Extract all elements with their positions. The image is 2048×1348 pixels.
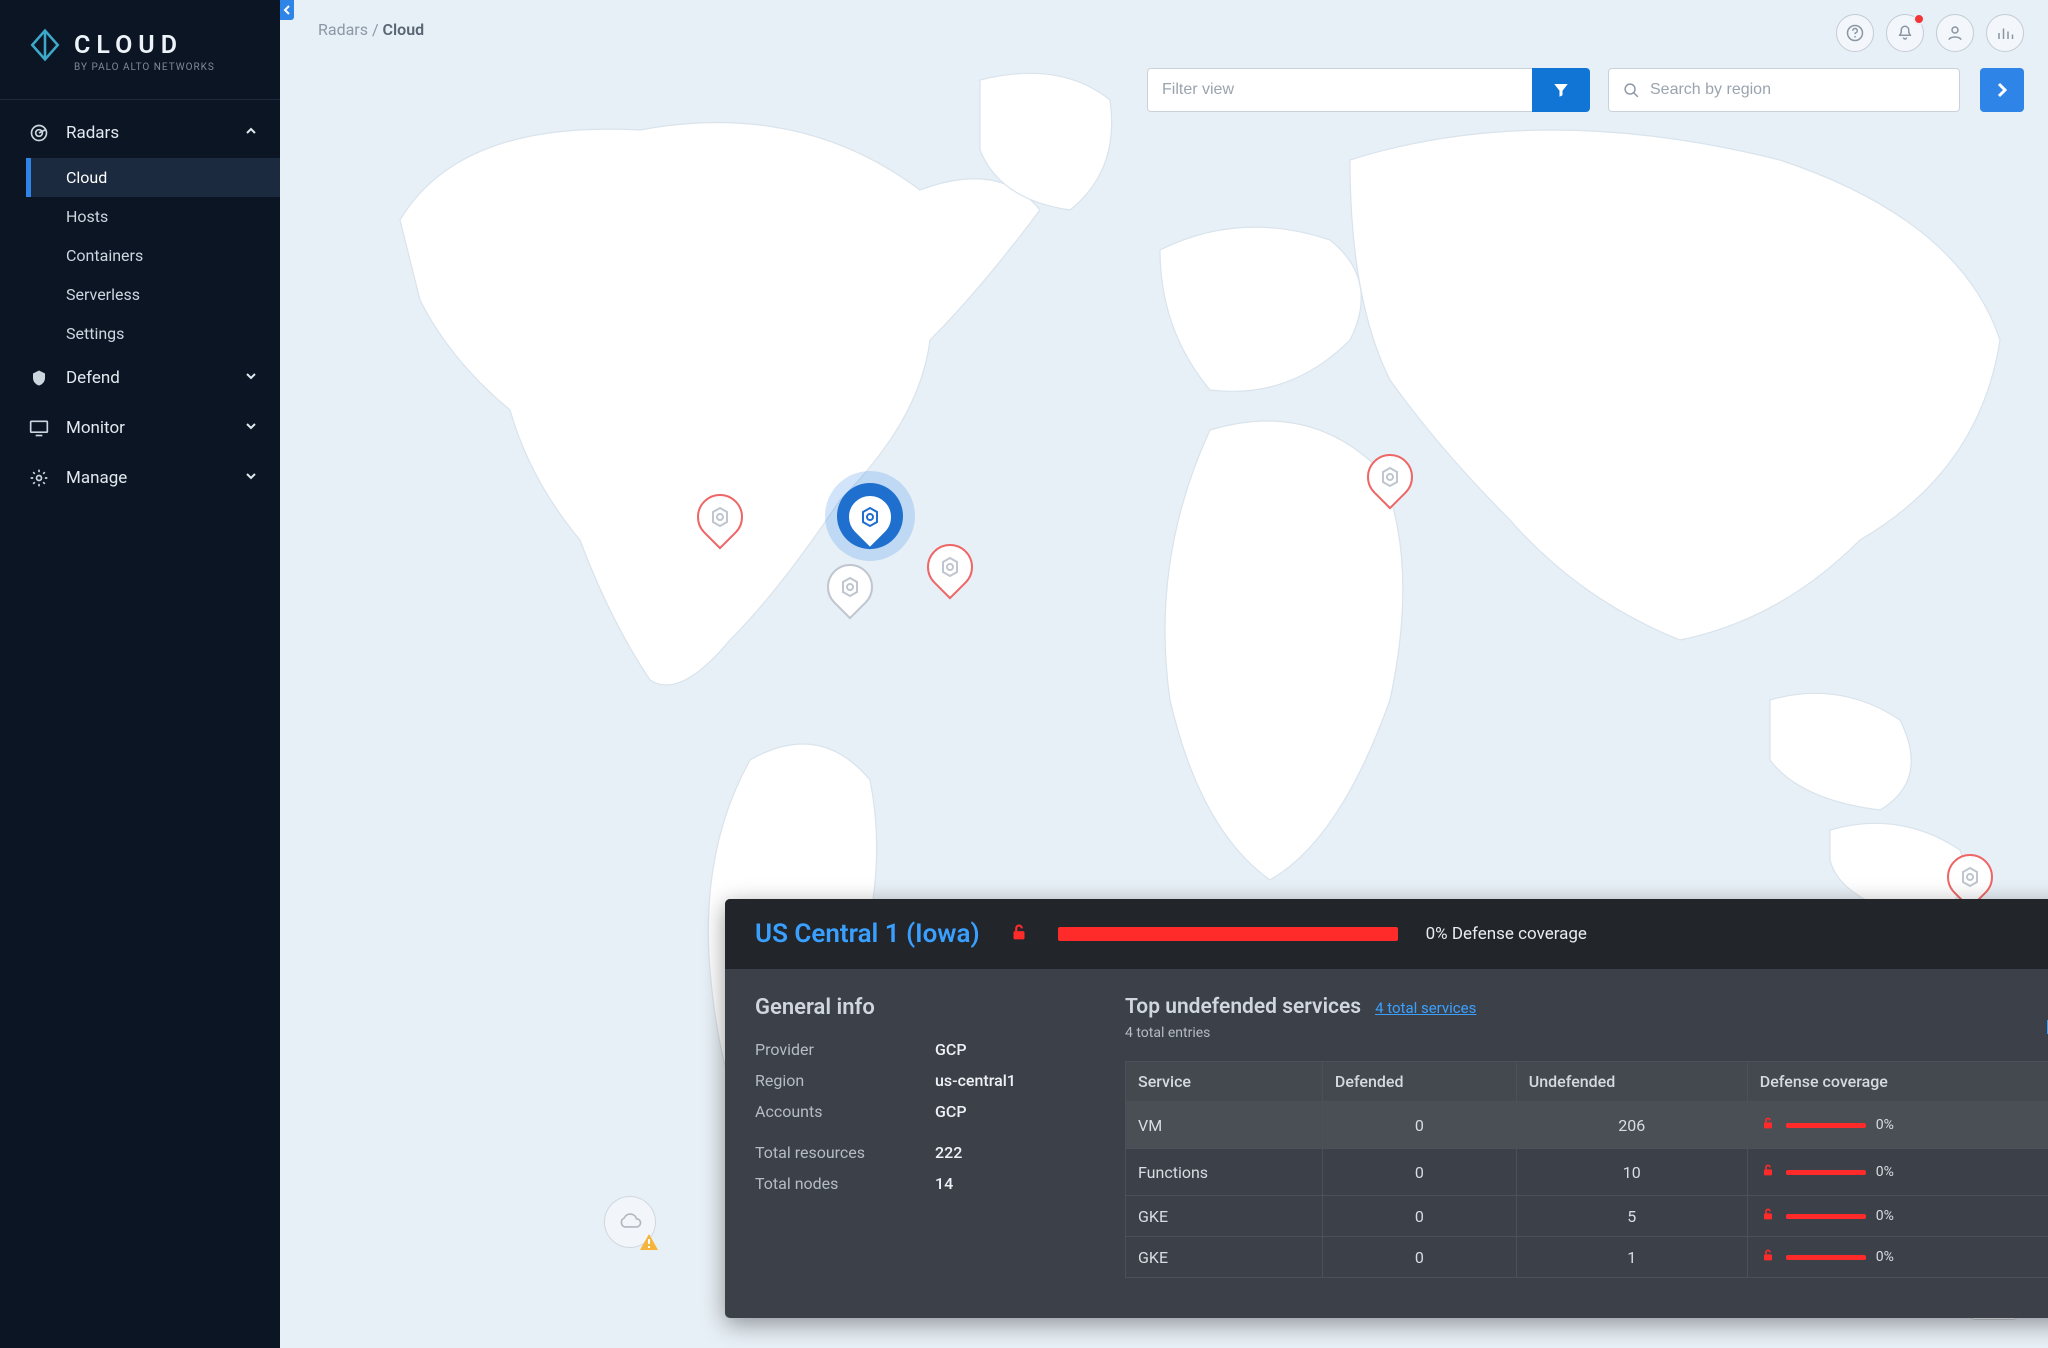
services-subtitle: 4 total entries <box>1125 1025 2048 1041</box>
breadcrumb: Radars / Cloud <box>318 20 424 39</box>
map-marker[interactable] <box>1367 454 1413 500</box>
coverage-cell: 0% <box>1760 1247 2048 1267</box>
unlocked-icon <box>1760 1162 1776 1182</box>
nav-defend[interactable]: Defend <box>0 353 280 403</box>
nav-radars-children: Cloud Hosts Containers Serverless Settin… <box>0 158 280 353</box>
map-marker[interactable] <box>927 544 973 590</box>
brand-logo-icon <box>28 28 62 62</box>
expand-filters-button[interactable] <box>1980 68 2024 112</box>
chevron-down-icon <box>244 469 258 487</box>
topbar-icons <box>1836 14 2024 52</box>
panel-header: US Central 1 (Iowa) 0% Defense coverage … <box>725 899 2048 969</box>
status-indicator[interactable] <box>604 1196 656 1248</box>
map-marker[interactable] <box>697 494 743 540</box>
table-row[interactable]: GKE 0 1 0% ••• <box>1126 1237 2048 1278</box>
help-button[interactable] <box>1836 14 1874 52</box>
monitor-icon <box>28 417 50 439</box>
radar-icon <box>28 122 50 144</box>
nav-serverless[interactable]: Serverless <box>26 275 280 314</box>
brand-subtitle: BY PALO ALTO NETWORKS <box>74 62 258 73</box>
coverage-bar <box>1058 927 1398 941</box>
map-marker-selected[interactable] <box>847 494 893 540</box>
services-panel: Top undefended services 4 total services… <box>1125 995 2048 1278</box>
brand-block: CLOUD BY PALO ALTO NETWORKS <box>0 0 280 100</box>
nav-settings[interactable]: Settings <box>26 314 280 353</box>
col-service[interactable]: Service <box>1126 1062 1323 1102</box>
nav-monitor[interactable]: Monitor <box>0 403 280 453</box>
search-icon <box>1623 82 1640 99</box>
coverage-cell: 0% <box>1760 1162 2048 1182</box>
search-region-box[interactable] <box>1608 68 1960 112</box>
nav-radars-label: Radars <box>66 123 119 143</box>
chevron-down-icon <box>244 369 258 387</box>
services-title: Top undefended services <box>1125 995 1361 1019</box>
coverage-cell: 0% <box>1760 1206 2048 1226</box>
nav-manage-label: Manage <box>66 468 127 488</box>
table-row[interactable]: VM 0 206 0% <box>1126 1102 2048 1149</box>
filter-bar <box>1147 68 1960 112</box>
nav-hosts[interactable]: Hosts <box>26 197 280 236</box>
filter-apply-button[interactable] <box>1532 68 1590 112</box>
coverage-cell: 0% <box>1760 1115 2048 1135</box>
nav-containers[interactable]: Containers <box>26 236 280 275</box>
shield-icon <box>28 367 50 389</box>
chevron-down-icon <box>244 419 258 437</box>
coverage-text: 0% Defense coverage <box>1426 924 1587 944</box>
user-button[interactable] <box>1936 14 1974 52</box>
col-defended[interactable]: Defended <box>1322 1062 1516 1102</box>
filter-icon <box>1551 81 1571 99</box>
table-header-row: Service Defended Undefended Defense cove… <box>1126 1062 2048 1102</box>
cloud-icon <box>617 1212 643 1232</box>
search-region-input[interactable] <box>1650 81 1945 99</box>
chevron-up-icon <box>244 124 258 142</box>
map-marker[interactable] <box>827 564 873 610</box>
col-undefended[interactable]: Undefended <box>1516 1062 1747 1102</box>
breadcrumb-parent[interactable]: Radars <box>318 20 368 39</box>
collapse-sidebar-button[interactable] <box>280 0 294 20</box>
unlocked-icon <box>1008 921 1030 947</box>
col-coverage[interactable]: Defense coverage <box>1747 1062 2048 1102</box>
panel-title: US Central 1 (Iowa) <box>755 919 980 949</box>
table-row[interactable]: Functions 0 10 0% <box>1126 1149 2048 1196</box>
general-info-title: General info <box>755 995 1075 1020</box>
nav-manage[interactable]: Manage <box>0 453 280 503</box>
analytics-button[interactable] <box>1986 14 2024 52</box>
breadcrumb-current: Cloud <box>383 20 425 39</box>
warning-icon <box>639 1233 659 1251</box>
nav-monitor-label: Monitor <box>66 418 125 438</box>
nav-cloud[interactable]: Cloud <box>26 158 280 197</box>
region-detail-panel: US Central 1 (Iowa) 0% Defense coverage … <box>725 899 2048 1318</box>
notifications-button[interactable] <box>1886 14 1924 52</box>
unlocked-icon <box>1760 1247 1776 1267</box>
map-marker[interactable] <box>1947 854 1993 900</box>
nav: Radars Cloud Hosts Containers Serverless… <box>0 100 280 503</box>
sidebar: CLOUD BY PALO ALTO NETWORKS Radars Cloud… <box>0 0 280 1348</box>
services-total-link[interactable]: 4 total services <box>1375 999 1476 1017</box>
filter-view-input[interactable] <box>1147 68 1537 112</box>
nav-radars[interactable]: Radars <box>0 108 280 158</box>
brand-name: CLOUD <box>74 31 183 60</box>
general-info: General info ProviderGCP Regionus-centra… <box>755 995 1075 1278</box>
nav-defend-label: Defend <box>66 368 120 388</box>
gear-icon <box>28 467 50 489</box>
table-row[interactable]: GKE 0 5 0% ••• <box>1126 1196 2048 1237</box>
services-table: Service Defended Undefended Defense cove… <box>1125 1061 2048 1278</box>
notification-dot-icon <box>1913 13 1925 25</box>
main: Radars / Cloud <box>280 0 2048 1348</box>
unlocked-icon <box>1760 1115 1776 1135</box>
unlocked-icon <box>1760 1206 1776 1226</box>
